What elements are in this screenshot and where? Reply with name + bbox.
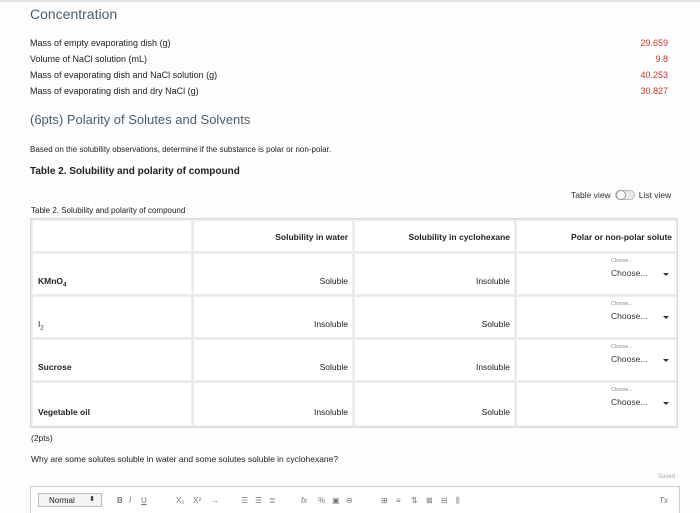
updown-icon: ⬍ [89, 496, 95, 503]
header-cell-empty [32, 220, 192, 252]
compound-cell: KMnO4 [32, 253, 192, 295]
header-cyclohexane-label: Solubility in cyclohexane [408, 232, 510, 242]
concentration-heading: Concentration [30, 6, 118, 22]
select-value: Choose... [611, 354, 648, 364]
compound-subscript: 4 [63, 282, 67, 289]
compound-cell: Sucrose [32, 339, 192, 381]
cyclohexane-cell: Insoluble [354, 339, 515, 381]
polarity-cell: Choose... Choose... [516, 296, 677, 338]
switch-knob [615, 190, 626, 200]
list-view-label[interactable]: List view [639, 190, 672, 200]
cyclohexane-solubility: Soluble [481, 407, 510, 417]
polarity-cell: Choose... Choose... [516, 382, 677, 426]
bold-button[interactable]: B [117, 496, 123, 505]
insert-column-button[interactable]: ⇅ [411, 496, 418, 505]
compound-name: KMnO [38, 276, 64, 286]
compound-cell: Vegetable oil [32, 382, 192, 426]
select-hint: Choose... [611, 301, 633, 307]
water-solubility: Insoluble [313, 319, 348, 329]
insert-row-button[interactable]: ≡ [396, 496, 401, 505]
cyclohexane-solubility: Insoluble [475, 276, 510, 286]
bullet-list-button[interactable]: ☰ [255, 496, 262, 505]
polarity-select[interactable]: Choose... Choose... [607, 258, 671, 286]
water-solubility: Insoluble [313, 407, 348, 417]
cyclohexane-solubility: Insoluble [475, 362, 510, 372]
header-polarity: Polar or non-polar solute [516, 220, 677, 252]
format-select[interactable]: Normal ⬍ [38, 493, 102, 507]
polarity-select[interactable]: Choose... Choose... [607, 344, 671, 372]
embed-button[interactable]: ⊖ [346, 496, 353, 505]
arrow-right-icon[interactable]: → [211, 496, 219, 505]
superscript-button[interactable]: X² [193, 496, 201, 505]
polarity-cell: Choose... Choose... [516, 253, 677, 295]
measurement-label: Mass of evaporating dish and NaCl soluti… [30, 70, 218, 80]
water-cell: Insoluble [193, 382, 353, 426]
instructions-text: Based on the solubility observations, de… [30, 145, 332, 154]
measurement-label: Mass of evaporating dish and dry NaCl (g… [30, 86, 199, 96]
saved-status: Saved [658, 474, 676, 480]
water-cell: Soluble [193, 253, 353, 295]
view-toggle: Table view List view [571, 190, 671, 200]
select-value: Choose... [611, 268, 648, 278]
compound-subscript: 2 [40, 325, 44, 332]
select-hint: Choose... [611, 344, 633, 350]
cyclohexane-cell: Soluble [354, 382, 515, 426]
cyclohexane-solubility: Soluble [481, 319, 510, 329]
select-hint: Choose... [611, 387, 633, 393]
measurement-value: 9.8 [655, 54, 668, 64]
polarity-cell: Choose... Choose... [516, 339, 677, 381]
measurement-value: 30.827 [640, 86, 668, 96]
cyclohexane-cell: Insoluble [354, 253, 515, 295]
polarity-heading: (6pts) Polarity of Solutes and Solvents [30, 112, 251, 127]
table-view-label[interactable]: Table view [571, 190, 611, 200]
solubility-table: Solubility in water Solubility in cycloh… [30, 218, 678, 428]
ordered-list-button[interactable]: ☰ [241, 496, 248, 505]
link-button[interactable]: % [318, 496, 325, 505]
delete-table-button[interactable]: ⊠ [426, 496, 433, 505]
measurement-value: 29.659 [640, 38, 668, 48]
chevron-down-icon [663, 273, 669, 276]
question-points: (2pts) [31, 433, 53, 443]
select-hint: Choose... [611, 258, 633, 264]
view-switch[interactable] [614, 190, 635, 200]
italic-button[interactable]: I [129, 496, 131, 505]
question-text: Why are some solutes soluble in water an… [31, 454, 339, 464]
table-caption: Table 2. Solubility and polarity of comp… [31, 206, 186, 215]
compound-cell: I2 [32, 296, 192, 338]
delete-row-button[interactable]: ⊟ [441, 496, 448, 505]
top-divider [0, 0, 700, 2]
measurement-label: Volume of NaCl solution (mL) [30, 54, 148, 64]
header-polarity-label: Polar or non-polar solute [570, 232, 672, 242]
select-value: Choose... [611, 311, 648, 321]
header-water: Solubility in water [193, 220, 353, 252]
indent-button[interactable]: ≣ [269, 496, 276, 505]
chevron-down-icon [663, 316, 669, 319]
table-title: Table 2. Solubility and polarity of comp… [30, 166, 240, 177]
rich-text-editor[interactable]: Normal ⬍ B I U X₂ X² → ☰ ☰ ≣ fx % ▣ ⊖ ⊞ … [30, 486, 680, 513]
header-cyclohexane: Solubility in cyclohexane [354, 220, 515, 252]
chevron-down-icon [663, 359, 669, 362]
table-button[interactable]: ⊞ [381, 496, 388, 505]
measurement-value: 40.253 [640, 70, 668, 80]
chevron-down-icon [663, 402, 669, 405]
compound-name: Vegetable oil [38, 407, 90, 417]
water-cell: Soluble [193, 339, 353, 381]
format-select-value: Normal [49, 496, 75, 505]
header-water-label: Solubility in water [275, 232, 348, 242]
image-button[interactable]: ▣ [332, 496, 340, 505]
select-value: Choose... [611, 397, 648, 407]
formula-button[interactable]: fx [301, 496, 307, 505]
polarity-select[interactable]: Choose... Choose... [607, 387, 671, 415]
measurement-label: Mass of empty evaporating dish (g) [30, 38, 171, 48]
water-cell: Insoluble [193, 296, 353, 338]
water-solubility: Soluble [319, 362, 348, 372]
underline-button[interactable]: U [141, 496, 147, 505]
compound-name: Sucrose [38, 362, 72, 372]
cyclohexane-cell: Soluble [354, 296, 515, 338]
water-solubility: Soluble [319, 276, 348, 286]
polarity-select[interactable]: Choose... Choose... [607, 301, 671, 329]
subscript-button[interactable]: X₂ [176, 496, 184, 505]
delete-column-button[interactable]: ⫼ [456, 496, 460, 506]
clear-format-button[interactable]: Tx [659, 496, 668, 505]
